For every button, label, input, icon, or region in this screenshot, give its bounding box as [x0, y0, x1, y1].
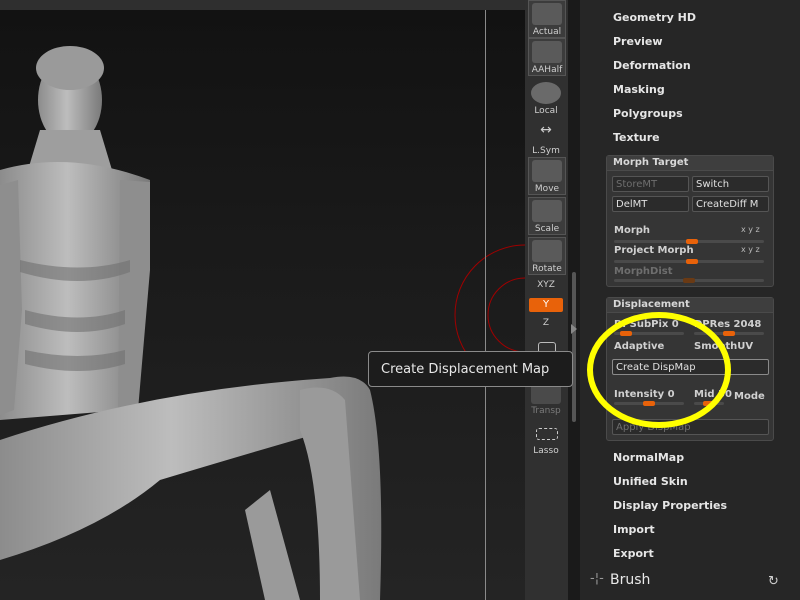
delmt-button[interactable]: DelMT — [612, 196, 689, 212]
scroll-handle[interactable] — [572, 272, 576, 422]
tooltip: Create Displacement Map — [368, 351, 573, 387]
tool-xyz[interactable]: XYZ — [528, 278, 564, 296]
morph-slider-label: Morph — [614, 225, 651, 236]
brush-pin-icon[interactable]: -¦- — [590, 571, 604, 586]
lasso-icon — [536, 428, 558, 440]
tool-local[interactable]: Local — [528, 80, 564, 116]
menu-display-properties[interactable]: Display Properties — [613, 499, 727, 512]
right-shelf: Actual AAHalf Local ↔ L.Sym Move Scale R… — [525, 0, 568, 600]
menu-import[interactable]: Import — [613, 523, 655, 536]
dpres-knob[interactable] — [723, 331, 735, 336]
local-icon — [531, 82, 561, 104]
menu-geometry-hd[interactable]: Geometry HD — [613, 11, 696, 24]
switch-button[interactable]: Switch — [692, 176, 769, 192]
guide-line — [485, 10, 486, 600]
storemt-button[interactable]: StoreMT — [612, 176, 689, 192]
menu-masking[interactable]: Masking — [613, 83, 665, 96]
sculpt-model — [0, 46, 525, 600]
mode-button[interactable]: Mode — [734, 391, 765, 402]
zoom-aahalf-icon — [532, 41, 562, 63]
menu-unified-skin[interactable]: Unified Skin — [613, 475, 688, 488]
morph-slider-knob[interactable] — [685, 239, 698, 244]
tool-rotate[interactable]: Rotate — [528, 237, 566, 275]
tool-scale[interactable]: Scale — [528, 197, 566, 235]
morph-xyz-icon[interactable]: x y z — [741, 225, 760, 234]
zoom-actual-icon — [532, 3, 562, 25]
canvas-viewport[interactable] — [0, 10, 525, 600]
brush-title: Brush — [610, 572, 651, 588]
displacement-header[interactable]: Displacement — [607, 298, 773, 313]
scale-icon — [532, 200, 562, 222]
symmetry-icon: ↔ — [540, 122, 552, 138]
move-hand-icon — [532, 160, 562, 182]
menu-export[interactable]: Export — [613, 547, 654, 560]
axis-y-toggle[interactable]: Y — [529, 298, 563, 312]
top-bar — [0, 0, 525, 10]
menu-polygroups[interactable]: Polygroups — [613, 107, 683, 120]
menu-deformation[interactable]: Deformation — [613, 59, 691, 72]
morph-target-header[interactable]: Morph Target — [607, 156, 773, 171]
morphdist-knob[interactable] — [683, 278, 695, 283]
project-xyz-icon[interactable]: x y z — [741, 245, 760, 254]
morph-target-panel: Morph Target StoreMT Switch DelMT Create… — [606, 155, 774, 287]
tool-palette: Geometry HD Preview Deformation Masking … — [580, 0, 800, 600]
refresh-icon[interactable]: ↻ — [768, 574, 779, 589]
creatediff-button[interactable]: CreateDiff M — [692, 196, 769, 212]
menu-preview[interactable]: Preview — [613, 35, 663, 48]
project-morph-knob[interactable] — [685, 259, 698, 264]
tool-actual[interactable]: Actual — [528, 0, 566, 38]
highlight-circle — [587, 312, 731, 428]
tool-aahalf[interactable]: AAHalf — [528, 38, 566, 76]
tool-lsym[interactable]: ↔ L.Sym — [528, 120, 564, 156]
morphdist-label: MorphDist — [614, 266, 673, 277]
tool-lasso[interactable]: Lasso — [528, 420, 564, 456]
menu-texture[interactable]: Texture — [613, 131, 660, 144]
tooltip-text: Create Displacement Map — [381, 362, 550, 377]
menu-normalmap[interactable]: NormalMap — [613, 451, 684, 464]
collapse-arrow-icon[interactable] — [571, 324, 577, 334]
xyz-axis-icon: XYZ — [537, 280, 555, 290]
axis-z-toggle[interactable]: Z — [529, 318, 563, 330]
rotate-icon — [532, 240, 562, 262]
brush-cursor-inner — [487, 277, 525, 353]
tool-move[interactable]: Move — [528, 157, 566, 195]
project-morph-label: Project Morph — [614, 245, 694, 256]
